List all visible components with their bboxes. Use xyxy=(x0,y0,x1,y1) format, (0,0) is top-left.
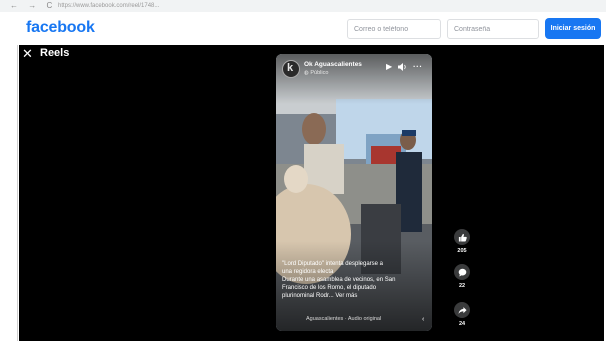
globe-icon: ◍ xyxy=(304,70,309,76)
page-edge xyxy=(0,45,19,341)
email-field[interactable] xyxy=(347,19,441,39)
close-icon[interactable]: ✕ xyxy=(22,47,33,60)
top-header: facebook Iniciar sesión xyxy=(0,12,606,45)
more-icon[interactable]: ··· xyxy=(413,63,423,71)
comment-button[interactable]: 22 xyxy=(453,264,471,289)
share-icon xyxy=(454,302,470,318)
chevron-left-icon[interactable]: ‹ xyxy=(422,316,424,323)
caption-line: "Lord Diputado" intenta desplegarse a xyxy=(282,261,383,267)
comment-icon xyxy=(454,264,470,280)
share-button[interactable]: 24 xyxy=(453,302,471,327)
thumbs-up-icon xyxy=(454,229,470,245)
reel-caption: "Lord Diputado" intenta desplegarse a un… xyxy=(282,260,412,300)
audio-label[interactable]: Aguascalientes · Audio original xyxy=(306,316,381,322)
page-name[interactable]: Ok Aguascalientes xyxy=(304,61,362,68)
caption-line: Durante una asamblea de vecinos, en San xyxy=(282,277,396,283)
reels-title: Reels xyxy=(40,47,70,59)
comment-count: 22 xyxy=(458,283,466,289)
caption-line: Francisco de los Romo, el diputado xyxy=(282,285,377,291)
audience-text: Público xyxy=(310,70,329,76)
share-count: 24 xyxy=(458,321,466,327)
browser-nav-buttons[interactable]: ← → C xyxy=(10,1,56,10)
reel-video[interactable]: k Ok Aguascalientes ◍ Público ▶ ··· "Lor… xyxy=(276,54,432,331)
page-avatar[interactable]: k xyxy=(282,60,300,78)
play-icon[interactable]: ▶ xyxy=(386,63,392,71)
login-button[interactable]: Iniciar sesión xyxy=(545,18,601,39)
address-bar[interactable]: https://www.facebook.com/reel/1748... xyxy=(58,2,228,10)
caption-line: una regidora electa xyxy=(282,269,334,275)
avatar-letter: k xyxy=(287,62,294,74)
caption-line[interactable]: plurinominal Rodr... Ver más xyxy=(282,292,412,300)
audience-label: ◍ Público xyxy=(304,70,328,76)
password-field[interactable] xyxy=(447,19,539,39)
like-button[interactable]: 205 xyxy=(453,229,471,254)
facebook-logo[interactable]: facebook xyxy=(26,19,95,37)
like-count: 205 xyxy=(457,248,467,254)
